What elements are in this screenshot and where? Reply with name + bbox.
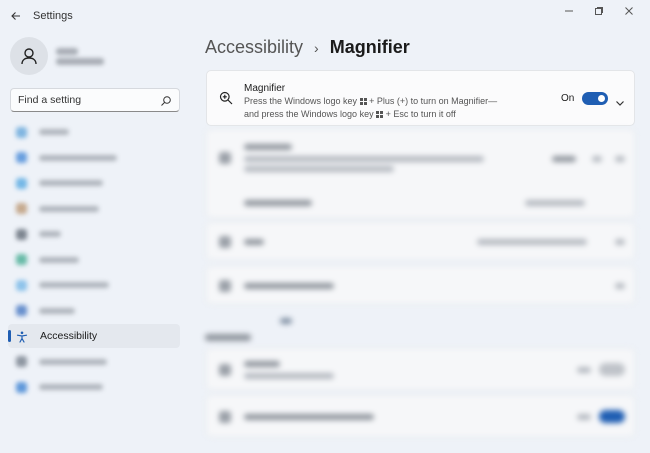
sidebar-item-blurred[interactable] xyxy=(8,248,180,272)
minimize-icon[interactable] xyxy=(554,0,584,22)
blurred-card[interactable] xyxy=(206,348,635,390)
breadcrumb-parent[interactable]: Accessibility xyxy=(205,37,303,58)
sidebar-item-blurred[interactable] xyxy=(8,299,180,323)
close-icon[interactable] xyxy=(614,0,644,22)
sidebar-item-accessibility[interactable]: Accessibility xyxy=(8,324,180,348)
windows-logo-icon xyxy=(376,110,384,118)
sidebar-item-blurred[interactable] xyxy=(8,375,180,399)
magnifier-title: Magnifier xyxy=(244,83,286,94)
page-title: Magnifier xyxy=(329,37,410,57)
accessibility-icon xyxy=(16,330,28,343)
windows-logo-icon xyxy=(359,98,367,105)
user-profile[interactable] xyxy=(10,37,104,75)
sidebar-item-blurred[interactable] xyxy=(8,120,180,144)
breadcrumb: Accessibility › Magnifier xyxy=(205,37,410,58)
chevron-down-icon[interactable] xyxy=(615,94,625,106)
sidebar-item-blurred[interactable] xyxy=(8,197,180,221)
user-avatar-icon xyxy=(10,37,48,75)
sidebar-item-blurred[interactable] xyxy=(8,222,180,246)
search-input[interactable]: Find a setting xyxy=(10,88,180,112)
blurred-section-heading xyxy=(205,334,251,341)
sidebar-item-blurred[interactable] xyxy=(8,171,180,195)
desc-line1-start: Press the Windows logo key xyxy=(244,96,358,106)
sidebar-item-blurred[interactable] xyxy=(8,273,180,297)
blurred-card[interactable] xyxy=(206,129,635,218)
search-placeholder: Find a setting xyxy=(18,94,82,106)
app-title: Settings xyxy=(33,10,73,22)
breadcrumb-separator: › xyxy=(314,39,319,56)
desc-line1-end: + Plus (+) to turn on Magnifier— xyxy=(369,96,498,106)
blurred-card[interactable] xyxy=(206,266,635,304)
active-indicator xyxy=(8,330,11,342)
magnifier-setting-card[interactable]: Magnifier Press the Windows logo key + P… xyxy=(206,70,635,126)
sidebar-item-label: Accessibility xyxy=(40,330,98,342)
toggle-knob xyxy=(598,95,605,102)
sidebar: Find a setting Accessibility xyxy=(0,32,190,453)
toggle-state-label: On xyxy=(561,93,575,104)
window-controls xyxy=(554,0,644,22)
search-icon[interactable] xyxy=(160,94,172,106)
sidebar-item-blurred[interactable] xyxy=(8,350,180,374)
desc-line2-start: and press the Windows logo key xyxy=(244,108,374,119)
desc-line2-end: + Esc to turn it off xyxy=(385,108,456,119)
magnifier-description: Press the Windows logo key + Plus (+) to… xyxy=(244,95,534,120)
title-bar: Settings xyxy=(0,0,650,32)
magnifier-icon xyxy=(219,91,233,105)
blurred-card[interactable] xyxy=(206,395,635,437)
sidebar-nav: Accessibility xyxy=(8,120,180,401)
sidebar-item-blurred[interactable] xyxy=(8,146,180,170)
back-arrow-icon[interactable] xyxy=(5,5,27,27)
restore-icon[interactable] xyxy=(584,0,614,22)
profile-info-blurred xyxy=(56,45,104,68)
magnifier-toggle[interactable] xyxy=(582,92,608,105)
blurred-card[interactable] xyxy=(206,222,635,260)
